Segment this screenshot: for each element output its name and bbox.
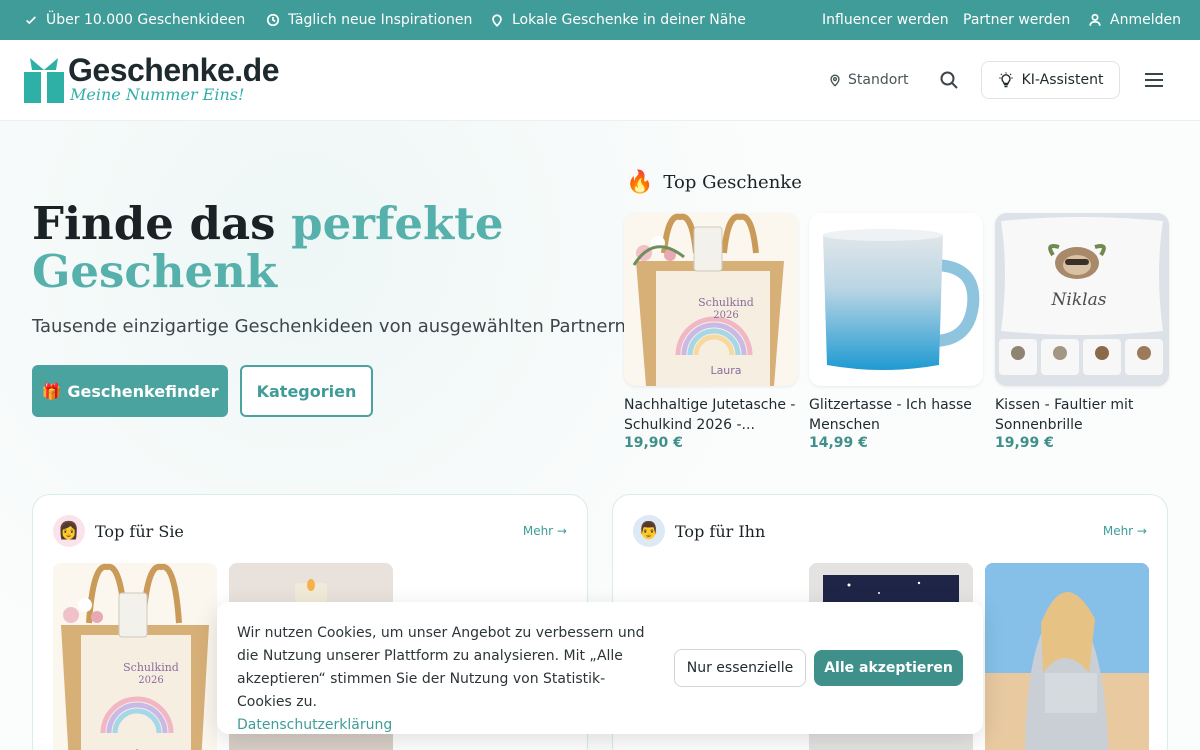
- hero-title-accent1: perfekte: [291, 197, 504, 250]
- bag-text-line1: Schulkind: [698, 296, 754, 309]
- categories-label: Kategorien: [256, 381, 357, 401]
- hero-subtitle: Tausende einzigartige Geschenkideen von …: [32, 316, 632, 337]
- product-price: 19,99 €: [995, 435, 1054, 451]
- essential-cookies-label: Nur essenzielle: [686, 660, 794, 676]
- gift-icon: 🎁: [41, 381, 62, 401]
- top-for-her-more-link[interactable]: Mehr →: [523, 524, 567, 538]
- product-thumbnail[interactable]: Schulkind 2026 Laura: [53, 563, 217, 750]
- partner-link-label: Partner werden: [963, 12, 1071, 28]
- product-image[interactable]: Schulkind 2026 Laura: [624, 213, 798, 386]
- clock-icon: [266, 13, 280, 27]
- search-button[interactable]: [938, 69, 960, 91]
- logo-name: Geschenke.de: [68, 52, 280, 88]
- gift-finder-button[interactable]: 🎁 Geschenkefinder: [32, 365, 228, 417]
- ki-assistant-button[interactable]: KI-Assistent: [981, 61, 1120, 99]
- location-button[interactable]: Standort: [828, 40, 909, 120]
- top-for-him-more-link[interactable]: Mehr →: [1103, 524, 1147, 538]
- top-for-him-title: Top für Ihn: [675, 521, 766, 541]
- woman-avatar-icon: 👩: [53, 515, 85, 547]
- benefit-inspiration-label: Täglich neue Inspirationen: [288, 12, 473, 28]
- site-header: Geschenke.de Meine Nummer Eins! Standort…: [0, 40, 1200, 121]
- cookie-message: Wir nutzen Cookies, um unser Angebot zu …: [237, 625, 645, 710]
- check-icon: [26, 16, 36, 25]
- product-image[interactable]: [809, 213, 983, 386]
- product-name[interactable]: Nachhaltige Jutetasche - Schulkind 2026 …: [624, 395, 798, 435]
- location-label: Standort: [848, 72, 909, 88]
- essential-cookies-button[interactable]: Nur essenzielle: [674, 649, 806, 687]
- bag-text-name: Laura: [710, 364, 741, 377]
- top-for-her-title: Top für Sie: [95, 521, 184, 541]
- location-pin-icon: [492, 14, 502, 27]
- top-gifts-title: Top Geschenke: [663, 172, 802, 193]
- influencer-link[interactable]: Influencer werden: [822, 0, 949, 40]
- product-card[interactable]: Glitzertasse - Ich hasse Menschen 14,99 …: [809, 213, 983, 451]
- hero-title: Finde das perfekte Geschenk: [32, 200, 504, 296]
- login-link[interactable]: Anmelden: [1088, 0, 1181, 40]
- influencer-link-label: Influencer werden: [822, 12, 949, 28]
- fire-icon: 🔥: [626, 170, 654, 195]
- hero-title-part1: Finde das: [32, 197, 292, 250]
- top-for-her-heading: 👩 Top für Sie: [53, 515, 184, 547]
- hamburger-menu-icon: [1145, 73, 1163, 87]
- gift-logo-icon: [24, 54, 64, 104]
- top-gifts-heading: 🔥 Top Geschenke: [626, 170, 802, 195]
- menu-button[interactable]: [1143, 69, 1165, 91]
- benefit-ideas: Über 10.000 Geschenkideen: [24, 0, 245, 40]
- lightbulb-icon: [999, 72, 1013, 88]
- ki-assistant-label: KI-Assistent: [1021, 72, 1104, 88]
- login-link-label: Anmelden: [1110, 12, 1181, 28]
- accept-all-cookies-label: Alle akzeptieren: [824, 660, 953, 676]
- product-price: 19,90 €: [624, 435, 683, 451]
- product-name[interactable]: Glitzertasse - Ich hasse Menschen: [809, 395, 983, 435]
- privacy-policy-link[interactable]: Datenschutzerklärung: [237, 714, 657, 737]
- cookie-text-block: Wir nutzen Cookies, um unser Angebot zu …: [237, 622, 657, 737]
- search-icon: [940, 71, 958, 89]
- product-name[interactable]: Kissen - Faultier mit Sonnenbrille: [995, 395, 1169, 435]
- man-avatar-icon: 👨: [633, 515, 665, 547]
- benefit-local: Lokale Geschenke in deiner Nähe: [490, 0, 746, 40]
- gift-finder-label: Geschenkefinder: [67, 381, 219, 401]
- categories-button[interactable]: Kategorien: [240, 365, 373, 417]
- accept-all-cookies-button[interactable]: Alle akzeptieren: [814, 650, 963, 686]
- top-bar: Über 10.000 Geschenkideen Täglich neue I…: [0, 0, 1200, 40]
- benefit-inspiration: Täglich neue Inspirationen: [266, 0, 472, 40]
- pillow-name-text: Niklas: [1051, 290, 1107, 310]
- bag-text-line1: Schulkind: [123, 661, 179, 674]
- site-logo[interactable]: Geschenke.de Meine Nummer Eins!: [24, 52, 280, 104]
- bag-text-line2: 2026: [713, 310, 738, 321]
- product-image[interactable]: Niklas: [995, 213, 1169, 386]
- product-card[interactable]: Schulkind 2026 Laura Nachhaltige Jutetas…: [624, 213, 798, 451]
- user-icon: [1089, 13, 1101, 26]
- product-card[interactable]: Niklas Kissen - Faultier mit Sonnenbrill…: [995, 213, 1169, 451]
- benefit-ideas-label: Über 10.000 Geschenkideen: [46, 12, 246, 28]
- partner-link[interactable]: Partner werden: [963, 0, 1070, 40]
- location-pin-icon: [830, 74, 840, 87]
- benefit-local-label: Lokale Geschenke in deiner Nähe: [512, 12, 746, 28]
- product-thumbnail[interactable]: [985, 563, 1149, 750]
- logo-tagline: Meine Nummer Eins!: [70, 85, 245, 104]
- cookie-banner: Wir nutzen Cookies, um unser Angebot zu …: [217, 602, 983, 734]
- hero-title-accent2: Geschenk: [32, 245, 278, 298]
- product-price: 14,99 €: [809, 435, 868, 451]
- bag-text-line2: 2026: [138, 675, 163, 686]
- top-for-him-heading: 👨 Top für Ihn: [633, 515, 765, 547]
